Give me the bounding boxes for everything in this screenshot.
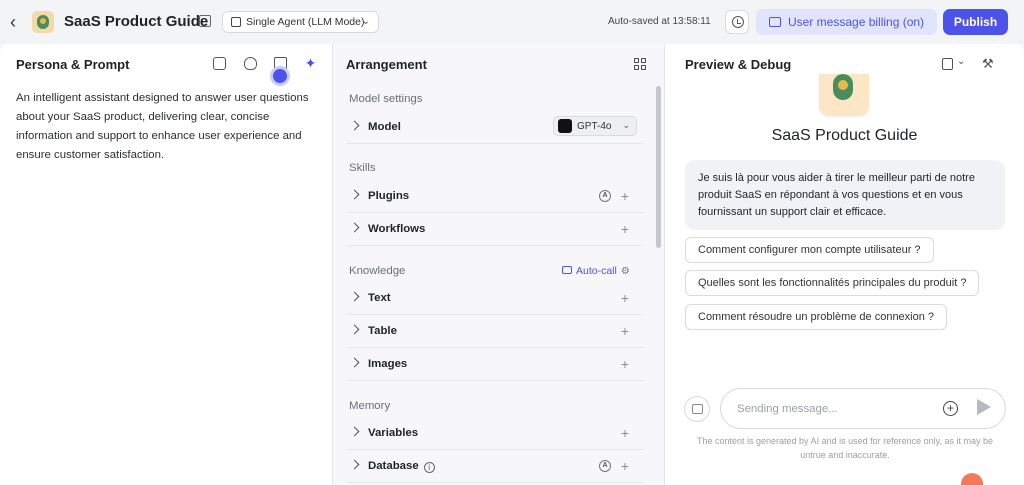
chevron-right-icon bbox=[349, 357, 360, 368]
debug-menu-icon[interactable] bbox=[942, 58, 953, 70]
layout-grid-icon[interactable] bbox=[634, 58, 646, 70]
row-workflows[interactable]: Workflows + bbox=[347, 213, 643, 246]
row-label: Workflows bbox=[368, 223, 426, 235]
panel-title: Arrangement bbox=[346, 57, 427, 72]
add-attachment-icon[interactable]: + bbox=[943, 401, 958, 416]
suggestion-chip[interactable]: Comment résoudre un problème de connexio… bbox=[685, 304, 948, 330]
chevron-right-icon bbox=[349, 222, 360, 233]
robot-icon bbox=[562, 266, 572, 274]
row-model[interactable]: Model GPT-4o ⌄ bbox=[347, 111, 643, 144]
model-select[interactable]: GPT-4o ⌄ bbox=[553, 116, 637, 136]
chevron-right-icon bbox=[349, 426, 360, 437]
send-icon[interactable] bbox=[977, 399, 991, 415]
panel-title: Preview & Debug bbox=[685, 57, 792, 72]
sparkle-icon[interactable]: ✦ bbox=[304, 56, 317, 70]
autocall-toggle[interactable]: Auto-call ⚙ bbox=[562, 265, 630, 277]
arrangement-panel: Arrangement Model settings Model GPT-4o … bbox=[333, 44, 665, 485]
mode-select[interactable]: Single Agent (LLM Mode) ⌄ bbox=[222, 11, 379, 33]
add-icon[interactable]: + bbox=[621, 425, 629, 441]
row-label: Table bbox=[368, 325, 397, 337]
add-icon[interactable]: + bbox=[621, 458, 629, 474]
model-value: GPT-4o bbox=[577, 120, 612, 132]
row-table[interactable]: Table + bbox=[347, 315, 643, 348]
auto-icon[interactable]: A bbox=[599, 460, 611, 472]
bot-avatar bbox=[819, 74, 869, 116]
top-bar: ‹ SaaS Product Guide Single Agent (LLM M… bbox=[0, 0, 1024, 44]
message-input[interactable] bbox=[737, 400, 937, 418]
autosave-status: Auto-saved at 13:58:11 bbox=[608, 16, 711, 27]
agent-mode-icon bbox=[231, 17, 241, 27]
cursor-indicator bbox=[270, 66, 290, 86]
billing-button[interactable]: User message billing (on) bbox=[756, 9, 937, 35]
bot-name: SaaS Product Guide bbox=[771, 127, 918, 144]
section-skills: Skills bbox=[349, 162, 376, 174]
row-label-wrap: Database i bbox=[368, 460, 435, 473]
info-icon[interactable]: i bbox=[423, 462, 435, 473]
panel-title: Persona & Prompt bbox=[16, 57, 130, 72]
row-text[interactable]: Text + bbox=[347, 282, 643, 315]
chevron-left-icon[interactable]: ‹ bbox=[10, 12, 28, 32]
clear-chat-button[interactable] bbox=[684, 396, 710, 422]
chevron-right-icon bbox=[349, 291, 360, 302]
row-variables[interactable]: Variables + bbox=[347, 417, 643, 450]
publish-button[interactable]: Publish bbox=[943, 9, 1008, 35]
chevron-down-icon: ⌄ bbox=[361, 16, 370, 27]
add-icon[interactable]: + bbox=[621, 323, 629, 339]
row-label: Variables bbox=[368, 427, 419, 439]
prompt-text[interactable]: An intelligent assistant designed to ans… bbox=[16, 89, 326, 165]
section-memory: Memory bbox=[349, 400, 391, 412]
ai-disclaimer: The content is generated by AI and is us… bbox=[696, 436, 993, 460]
row-label: Plugins bbox=[368, 190, 410, 202]
preview-panel: Preview & Debug ⌄ ⚒ SaaS Product Guide J… bbox=[665, 44, 1024, 485]
autocall-label: Auto-call bbox=[576, 265, 617, 277]
scrollbar[interactable] bbox=[656, 86, 661, 248]
history-button[interactable] bbox=[725, 10, 749, 34]
row-label: Database bbox=[368, 460, 419, 472]
row-database[interactable]: Database i A + bbox=[347, 450, 643, 483]
database-icon[interactable] bbox=[213, 57, 226, 70]
agent-logo bbox=[32, 11, 54, 33]
add-icon[interactable]: + bbox=[621, 188, 629, 204]
row-label: Model bbox=[368, 121, 401, 133]
chevron-right-icon bbox=[349, 459, 360, 470]
broom-icon bbox=[692, 404, 703, 414]
openai-icon bbox=[558, 119, 572, 133]
chevron-right-icon bbox=[349, 189, 360, 200]
suggestion-chip[interactable]: Comment configurer mon compte utilisateu… bbox=[685, 237, 934, 263]
add-icon[interactable]: + bbox=[621, 290, 629, 306]
section-model-settings: Model settings bbox=[349, 93, 423, 105]
persona-panel: Persona & Prompt ✦ An intelligent assist… bbox=[0, 44, 333, 485]
user-avatar[interactable] bbox=[961, 473, 983, 485]
app-title: SaaS Product Guide bbox=[64, 13, 209, 30]
bot-message: Je suis là pour vous aider à tirer le me… bbox=[685, 160, 1005, 230]
chevron-down-icon[interactable]: ⌄ bbox=[957, 56, 965, 67]
edit-icon[interactable] bbox=[199, 15, 211, 27]
message-input-box[interactable]: + bbox=[720, 388, 1006, 429]
chevron-right-icon bbox=[349, 324, 360, 335]
row-label: Text bbox=[368, 292, 391, 304]
lightbulb-icon[interactable] bbox=[244, 57, 257, 70]
row-plugins[interactable]: Plugins A + bbox=[347, 180, 643, 213]
history-icon bbox=[732, 16, 744, 28]
add-icon[interactable]: + bbox=[621, 221, 629, 237]
billing-icon bbox=[769, 17, 781, 27]
chevron-right-icon bbox=[349, 120, 360, 131]
chevron-down-icon: ⌄ bbox=[622, 120, 630, 130]
auto-icon[interactable]: A bbox=[599, 190, 611, 202]
gear-icon[interactable]: ⚙ bbox=[621, 266, 630, 277]
billing-label: User message billing (on) bbox=[788, 15, 925, 29]
row-images[interactable]: Images + bbox=[347, 348, 643, 381]
section-knowledge: Knowledge bbox=[349, 265, 406, 277]
mode-label: Single Agent (LLM Mode) bbox=[246, 16, 365, 28]
suggestion-chip[interactable]: Quelles sont les fonctionnalités princip… bbox=[685, 270, 980, 296]
row-label: Images bbox=[368, 358, 408, 370]
add-icon[interactable]: + bbox=[621, 356, 629, 372]
wrench-icon[interactable]: ⚒ bbox=[982, 56, 994, 72]
